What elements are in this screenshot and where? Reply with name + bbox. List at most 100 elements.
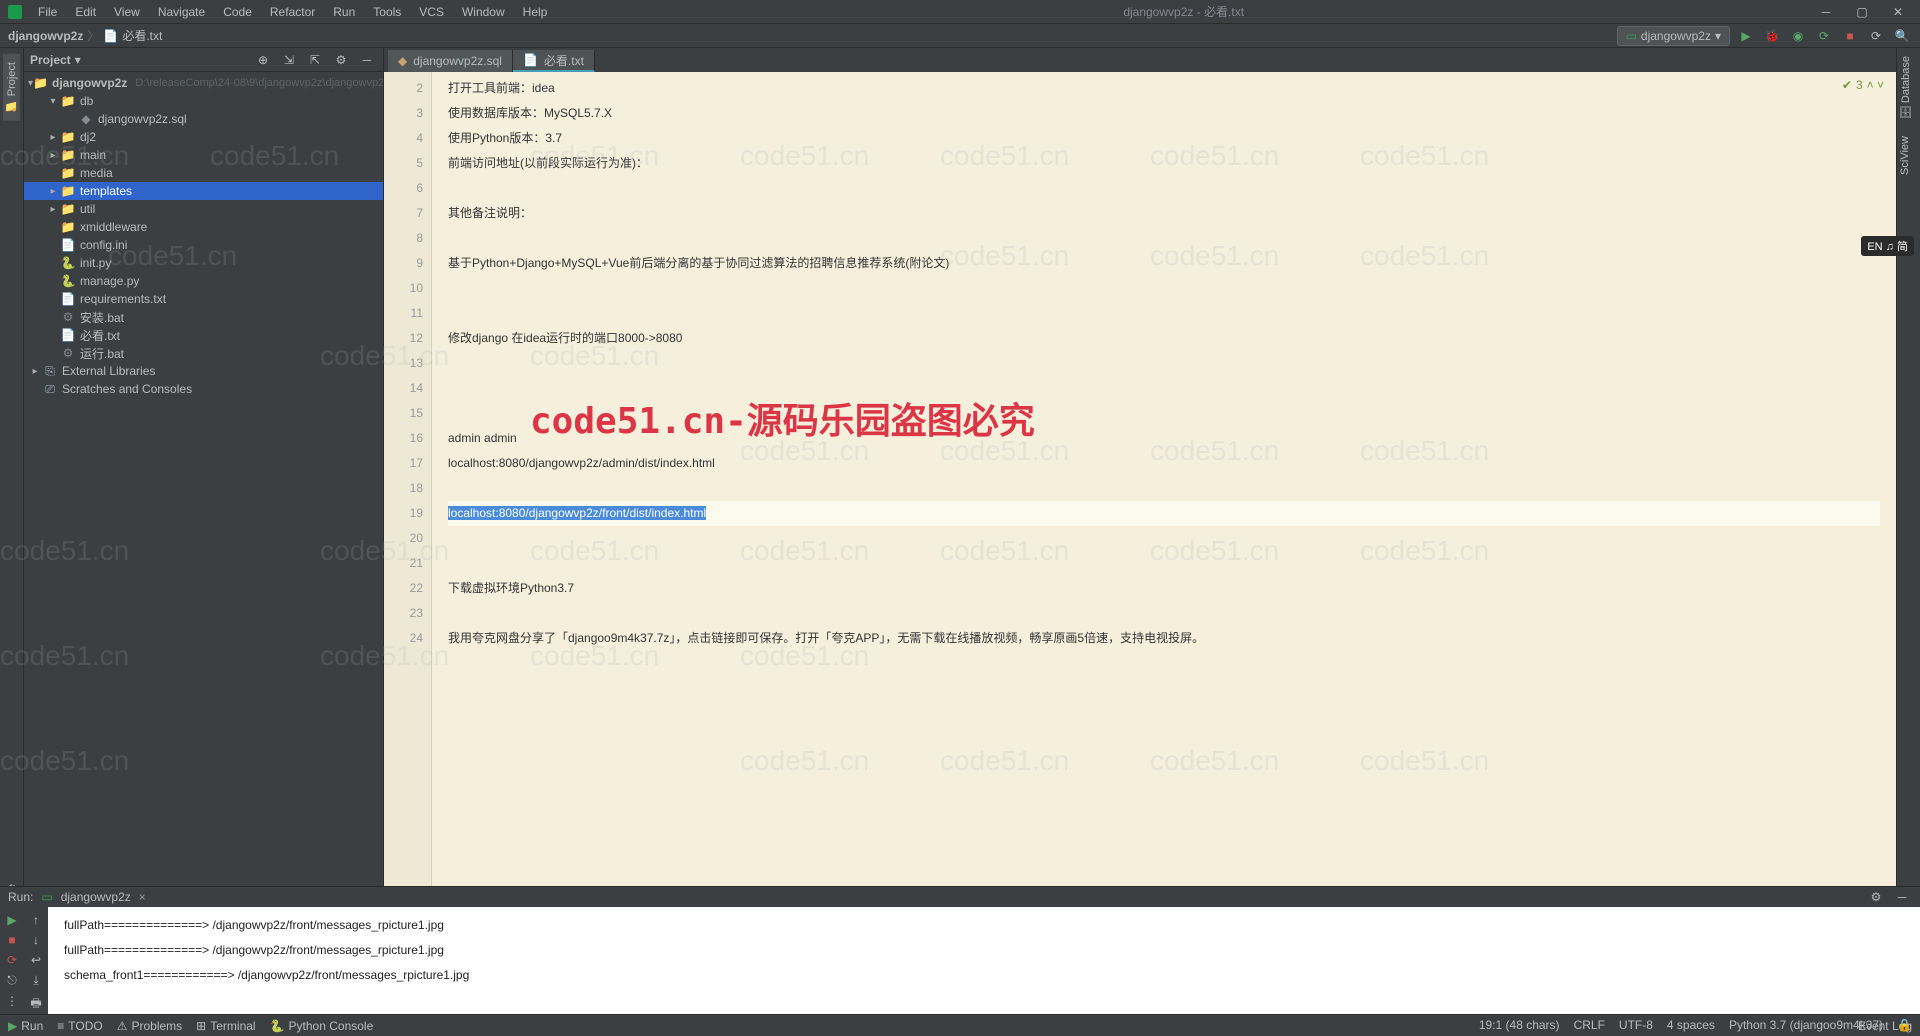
code-line-7[interactable]: 其他备注说明： [448,201,1880,226]
down-icon[interactable]: ↓ [33,933,39,947]
code-line-13[interactable] [448,351,1880,376]
locate-icon[interactable]: ⊕ [253,50,273,70]
inspection-indicator[interactable]: ✔3 ˄ ˅ [1842,78,1884,92]
database-tool-tab[interactable]: 🗄 Database [1897,48,1914,128]
code-line-2[interactable]: 打开工具前端：idea [448,76,1880,101]
hide-icon[interactable]: ─ [357,50,377,70]
run-settings-icon[interactable]: ⚙ [1866,887,1886,907]
print-icon[interactable]: 🖶 [30,994,41,1015]
project-title[interactable]: Project [30,53,71,67]
menu-edit[interactable]: Edit [67,3,104,21]
update-button[interactable]: ⟳ [1866,26,1886,46]
encoding[interactable]: UTF-8 [1619,1018,1653,1032]
profile-button[interactable]: ⟳ [1814,26,1834,46]
tool-todo[interactable]: ≡TODO [57,1019,102,1033]
code-line-4[interactable]: 使用Python版本：3.7 [448,126,1880,151]
project-tool-tab[interactable]: 📁 Project [3,54,20,121]
expand-icon[interactable]: ⇲ [279,50,299,70]
breadcrumb-file[interactable]: 必看.txt [122,27,162,44]
menu-refactor[interactable]: Refactor [262,3,323,21]
tab-txt[interactable]: 📄 必看.txt [513,50,595,72]
tool-problems[interactable]: ⚠Problems [117,1019,182,1033]
project-tree[interactable]: ▾📁 djangowvp2z D:\releaseComp\24-08\9\dj… [24,72,383,1014]
maximize-button[interactable]: ▢ [1848,2,1876,22]
sciview-tool-tab[interactable]: SciView [1897,128,1913,183]
rerun-icon[interactable]: ▶ [7,913,16,927]
tree-item-dj2[interactable]: ▸📁dj2 [24,128,383,146]
code-line-20[interactable] [448,526,1880,551]
tree-item-manage.py[interactable]: 🐍manage.py [24,272,383,290]
tool-terminal[interactable]: ⊞Terminal [196,1019,255,1033]
code-line-5[interactable]: 前端访问地址(以前段实际运行为准)： [448,151,1880,176]
tree-item-xmiddleware[interactable]: 📁xmiddleware [24,218,383,236]
collapse-icon[interactable]: ⇱ [305,50,325,70]
tree-item-db[interactable]: ▾📁db [24,92,383,110]
menu-code[interactable]: Code [215,3,260,21]
external-libraries[interactable]: ▸⎘ External Libraries [24,362,383,380]
tree-item-main[interactable]: ▸📁main [24,146,383,164]
tree-root[interactable]: ▾📁 djangowvp2z D:\releaseComp\24-08\9\dj… [24,74,383,92]
menu-navigate[interactable]: Navigate [150,3,213,21]
run-panel-config[interactable]: djangowvp2z [61,890,131,904]
code-line-23[interactable] [448,601,1880,626]
tree-item-必看.txt[interactable]: 📄必看.txt [24,326,383,344]
code-line-17[interactable]: localhost:8080/djangowvp2z/admin/dist/in… [448,451,1880,476]
up-icon[interactable]: ↑ [33,913,39,927]
restart-icon[interactable]: ⟳ [7,953,17,967]
menu-tools[interactable]: Tools [365,3,409,21]
code-line-21[interactable] [448,551,1880,576]
settings-icon[interactable]: ⚙ [331,50,351,70]
code-line-3[interactable]: 使用数据库版本：MySQL5.7.X [448,101,1880,126]
indent[interactable]: 4 spaces [1667,1018,1715,1032]
search-button[interactable]: 🔍 [1892,26,1912,46]
code-line-6[interactable] [448,176,1880,201]
lock-icon[interactable]: 🔒 [1897,1018,1912,1032]
code-line-11[interactable] [448,301,1880,326]
stop-button[interactable]: ■ [1840,26,1860,46]
interpreter[interactable]: Python 3.7 (djangoo9m4k37) [1729,1018,1883,1032]
tree-item-安装.bat[interactable]: ⚙安装.bat [24,308,383,326]
menu-file[interactable]: File [30,3,65,21]
wrap-icon[interactable]: ↩ [31,953,41,967]
tree-item-media[interactable]: 📁media [24,164,383,182]
code-editor[interactable]: 打开工具前端：idea使用数据库版本：MySQL5.7.X使用Python版本：… [432,72,1896,1014]
tree-item-djangowvp2z.sql[interactable]: ◆djangowvp2z.sql [24,110,383,128]
breadcrumb-project[interactable]: djangowvp2z [8,29,83,43]
code-line-10[interactable] [448,276,1880,301]
tree-item-requirements.txt[interactable]: 📄requirements.txt [24,290,383,308]
tab-sql[interactable]: ◆ djangowvp2z.sql [388,50,513,72]
close-tab-icon[interactable]: × [139,890,146,904]
code-line-22[interactable]: 下载虚拟环境Python3.7 [448,576,1880,601]
tree-item-init.py[interactable]: 🐍init.py [24,254,383,272]
run-config-selector[interactable]: ▭ djangowvp2z ▾ [1617,26,1730,46]
run-button[interactable]: ▶ [1736,26,1756,46]
tree-item-运行.bat[interactable]: ⚙运行.bat [24,344,383,362]
minimize-button[interactable]: ─ [1812,2,1840,22]
code-line-19[interactable]: localhost:8080/djangowvp2z/front/dist/in… [448,501,1880,526]
menu-vcs[interactable]: VCS [411,3,452,21]
scroll-icon[interactable]: ⤓ [33,973,38,988]
caret-position[interactable]: 19:1 (48 chars) [1479,1018,1560,1032]
debug-button[interactable]: 🐞 [1762,26,1782,46]
tree-item-util[interactable]: ▸📁util [24,200,383,218]
tool-pyconsole[interactable]: 🐍Python Console [270,1019,374,1033]
scratches[interactable]: ⎚ Scratches and Consoles [24,380,383,398]
coverage-button[interactable]: ◉ [1788,26,1808,46]
stop-icon[interactable]: ■ [8,933,15,947]
menu-help[interactable]: Help [515,3,556,21]
menu-view[interactable]: View [106,3,148,21]
code-line-24[interactable]: 我用夸克网盘分享了「djangoo9m4k37.7z」，点击链接即可保存。打开「… [448,626,1880,651]
line-separator[interactable]: CRLF [1574,1018,1605,1032]
code-line-12[interactable]: 修改django 在idea运行时的端口8000->8080 [448,326,1880,351]
exit-icon[interactable]: ⎋ [7,973,17,988]
menu-window[interactable]: Window [454,3,513,21]
code-line-8[interactable] [448,226,1880,251]
run-console[interactable]: fullPath==============> /djangowvp2z/fro… [48,907,1920,1021]
code-line-18[interactable] [448,476,1880,501]
run-hide-icon[interactable]: ─ [1892,887,1912,907]
code-line-9[interactable]: 基于Python+Django+MySQL+Vue前后端分离的基于协同过滤算法的… [448,251,1880,276]
tree-item-config.ini[interactable]: 📄config.ini [24,236,383,254]
close-button[interactable]: ✕ [1884,2,1912,22]
tool-run[interactable]: ▶Run [8,1019,43,1033]
tree-item-templates[interactable]: ▸📁templates [24,182,383,200]
